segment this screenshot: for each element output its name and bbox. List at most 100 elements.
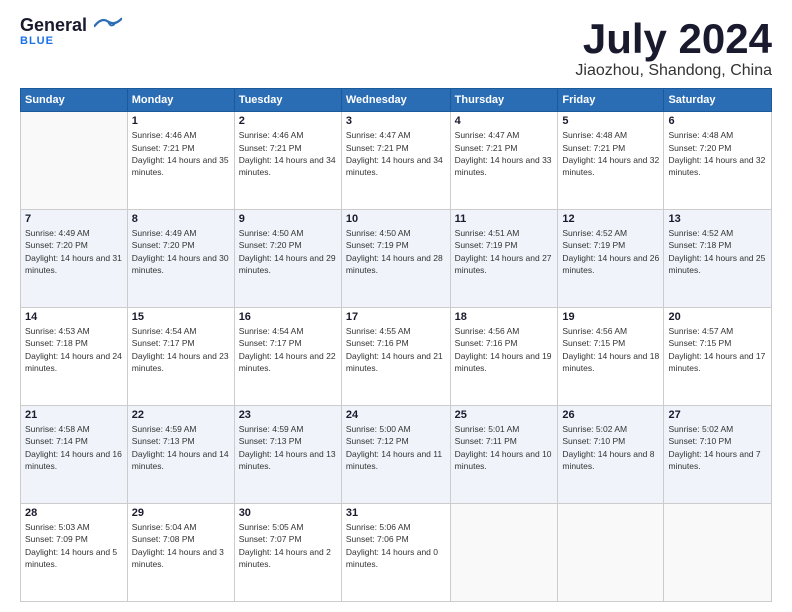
- day-number: 17: [346, 311, 446, 323]
- page: General Blue July 2024 Jiaozhou, Shandon…: [0, 0, 792, 612]
- day-info: Sunrise: 5:04 AM Sunset: 7:08 PM Dayligh…: [132, 521, 230, 570]
- day-cell: 21 Sunrise: 4:58 AM Sunset: 7:14 PM Dayli…: [21, 406, 128, 504]
- day-info: Sunrise: 5:02 AM Sunset: 7:10 PM Dayligh…: [668, 423, 767, 472]
- day-cell: [450, 504, 558, 602]
- day-cell: 27 Sunrise: 5:02 AM Sunset: 7:10 PM Dayli…: [664, 406, 772, 504]
- day-cell: 1Sunrise: 4:46 AM Sunset: 7:21 PM Daylig…: [127, 112, 234, 210]
- day-number: 24: [346, 409, 446, 421]
- col-header-wednesday: Wednesday: [341, 89, 450, 112]
- day-cell: 10 Sunrise: 4:50 AM Sunset: 7:19 PM Dayli…: [341, 210, 450, 308]
- day-cell: 23 Sunrise: 4:59 AM Sunset: 7:13 PM Dayli…: [234, 406, 341, 504]
- day-info: Sunrise: 4:50 AM Sunset: 7:19 PM Dayligh…: [346, 227, 446, 276]
- col-header-friday: Friday: [558, 89, 664, 112]
- logo-subtitle: Blue: [20, 35, 54, 47]
- day-info: Sunrise: 4:48 AM Sunset: 7:20 PM Dayligh…: [668, 129, 767, 178]
- day-cell: 22 Sunrise: 4:59 AM Sunset: 7:13 PM Dayli…: [127, 406, 234, 504]
- day-info: Sunrise: 4:59 AM Sunset: 7:13 PM Dayligh…: [132, 423, 230, 472]
- week-row-2: 7 Sunrise: 4:49 AM Sunset: 7:20 PM Daylig…: [21, 210, 772, 308]
- day-info: Sunrise: 4:46 AM Sunset: 7:21 PM Dayligh…: [132, 129, 230, 178]
- day-cell: 3Sunrise: 4:47 AM Sunset: 7:21 PM Daylig…: [341, 112, 450, 210]
- header-row: SundayMondayTuesdayWednesdayThursdayFrid…: [21, 89, 772, 112]
- col-header-monday: Monday: [127, 89, 234, 112]
- day-cell: 25Sunrise: 5:01 AM Sunset: 7:11 PM Dayli…: [450, 406, 558, 504]
- week-row-1: 1Sunrise: 4:46 AM Sunset: 7:21 PM Daylig…: [21, 112, 772, 210]
- day-info: Sunrise: 4:46 AM Sunset: 7:21 PM Dayligh…: [239, 129, 337, 178]
- day-info: Sunrise: 4:59 AM Sunset: 7:13 PM Dayligh…: [239, 423, 337, 472]
- day-info: Sunrise: 4:50 AM Sunset: 7:20 PM Dayligh…: [239, 227, 337, 276]
- day-cell: 5 Sunrise: 4:48 AM Sunset: 7:21 PM Daylig…: [558, 112, 664, 210]
- day-number: 9: [239, 213, 337, 225]
- day-number: 7: [25, 213, 123, 225]
- day-cell: [664, 504, 772, 602]
- day-cell: 2 Sunrise: 4:46 AM Sunset: 7:21 PM Daylig…: [234, 112, 341, 210]
- col-header-thursday: Thursday: [450, 89, 558, 112]
- day-number: 30: [239, 507, 337, 519]
- day-cell: 28 Sunrise: 5:03 AM Sunset: 7:09 PM Dayli…: [21, 504, 128, 602]
- day-number: 22: [132, 409, 230, 421]
- day-number: 13: [668, 213, 767, 225]
- col-header-tuesday: Tuesday: [234, 89, 341, 112]
- day-cell: 29 Sunrise: 5:04 AM Sunset: 7:08 PM Dayli…: [127, 504, 234, 602]
- day-cell: 4Sunrise: 4:47 AM Sunset: 7:21 PM Daylig…: [450, 112, 558, 210]
- day-cell: 12Sunrise: 4:52 AM Sunset: 7:19 PM Dayli…: [558, 210, 664, 308]
- day-info: Sunrise: 4:55 AM Sunset: 7:16 PM Dayligh…: [346, 325, 446, 374]
- day-number: 2: [239, 115, 337, 127]
- day-number: 3: [346, 115, 446, 127]
- col-header-saturday: Saturday: [664, 89, 772, 112]
- day-cell: 13 Sunrise: 4:52 AM Sunset: 7:18 PM Dayli…: [664, 210, 772, 308]
- day-info: Sunrise: 4:51 AM Sunset: 7:19 PM Dayligh…: [455, 227, 554, 276]
- day-number: 31: [346, 507, 446, 519]
- day-info: Sunrise: 5:02 AM Sunset: 7:10 PM Dayligh…: [562, 423, 659, 472]
- day-info: Sunrise: 5:00 AM Sunset: 7:12 PM Dayligh…: [346, 423, 446, 472]
- day-cell: 14 Sunrise: 4:53 AM Sunset: 7:18 PM Dayli…: [21, 308, 128, 406]
- day-info: Sunrise: 4:52 AM Sunset: 7:19 PM Dayligh…: [562, 227, 659, 276]
- day-number: 28: [25, 507, 123, 519]
- day-cell: 17 Sunrise: 4:55 AM Sunset: 7:16 PM Dayli…: [341, 308, 450, 406]
- day-cell: 18Sunrise: 4:56 AM Sunset: 7:16 PM Dayli…: [450, 308, 558, 406]
- day-number: 11: [455, 213, 554, 225]
- location: Jiaozhou, Shandong, China: [575, 62, 772, 80]
- day-number: 5: [562, 115, 659, 127]
- day-cell: 8 Sunrise: 4:49 AM Sunset: 7:20 PM Daylig…: [127, 210, 234, 308]
- day-info: Sunrise: 4:47 AM Sunset: 7:21 PM Dayligh…: [455, 129, 554, 178]
- day-cell: [558, 504, 664, 602]
- day-number: 8: [132, 213, 230, 225]
- day-number: 23: [239, 409, 337, 421]
- header: General Blue July 2024 Jiaozhou, Shandon…: [20, 16, 772, 80]
- day-cell: 26 Sunrise: 5:02 AM Sunset: 7:10 PM Dayli…: [558, 406, 664, 504]
- day-cell: 19 Sunrise: 4:56 AM Sunset: 7:15 PM Dayli…: [558, 308, 664, 406]
- day-cell: 16 Sunrise: 4:54 AM Sunset: 7:17 PM Dayli…: [234, 308, 341, 406]
- day-cell: 6 Sunrise: 4:48 AM Sunset: 7:20 PM Daylig…: [664, 112, 772, 210]
- day-cell: 30 Sunrise: 5:05 AM Sunset: 7:07 PM Dayli…: [234, 504, 341, 602]
- day-number: 15: [132, 311, 230, 323]
- day-number: 10: [346, 213, 446, 225]
- day-info: Sunrise: 4:54 AM Sunset: 7:17 PM Dayligh…: [132, 325, 230, 374]
- day-info: Sunrise: 5:06 AM Sunset: 7:06 PM Dayligh…: [346, 521, 446, 570]
- day-info: Sunrise: 4:52 AM Sunset: 7:18 PM Dayligh…: [668, 227, 767, 276]
- week-row-5: 28 Sunrise: 5:03 AM Sunset: 7:09 PM Dayli…: [21, 504, 772, 602]
- title-block: July 2024 Jiaozhou, Shandong, China: [575, 16, 772, 80]
- calendar-table: SundayMondayTuesdayWednesdayThursdayFrid…: [20, 88, 772, 602]
- day-number: 16: [239, 311, 337, 323]
- day-info: Sunrise: 4:58 AM Sunset: 7:14 PM Dayligh…: [25, 423, 123, 472]
- week-row-3: 14 Sunrise: 4:53 AM Sunset: 7:18 PM Dayli…: [21, 308, 772, 406]
- day-info: Sunrise: 4:57 AM Sunset: 7:15 PM Dayligh…: [668, 325, 767, 374]
- day-number: 26: [562, 409, 659, 421]
- logo-text: General: [20, 16, 122, 35]
- day-info: Sunrise: 5:03 AM Sunset: 7:09 PM Dayligh…: [25, 521, 123, 570]
- month-title: July 2024: [575, 16, 772, 62]
- day-number: 14: [25, 311, 123, 323]
- day-info: Sunrise: 4:48 AM Sunset: 7:21 PM Dayligh…: [562, 129, 659, 178]
- day-number: 21: [25, 409, 123, 421]
- day-info: Sunrise: 4:49 AM Sunset: 7:20 PM Dayligh…: [132, 227, 230, 276]
- day-number: 6: [668, 115, 767, 127]
- day-info: Sunrise: 4:54 AM Sunset: 7:17 PM Dayligh…: [239, 325, 337, 374]
- day-info: Sunrise: 5:01 AM Sunset: 7:11 PM Dayligh…: [455, 423, 554, 472]
- day-info: Sunrise: 5:05 AM Sunset: 7:07 PM Dayligh…: [239, 521, 337, 570]
- day-info: Sunrise: 4:56 AM Sunset: 7:15 PM Dayligh…: [562, 325, 659, 374]
- day-info: Sunrise: 4:53 AM Sunset: 7:18 PM Dayligh…: [25, 325, 123, 374]
- day-number: 29: [132, 507, 230, 519]
- day-cell: 20Sunrise: 4:57 AM Sunset: 7:15 PM Dayli…: [664, 308, 772, 406]
- day-number: 27: [668, 409, 767, 421]
- day-number: 19: [562, 311, 659, 323]
